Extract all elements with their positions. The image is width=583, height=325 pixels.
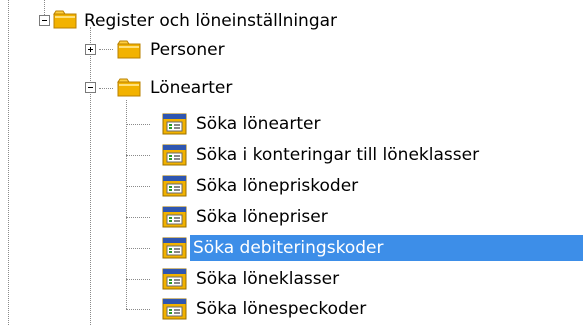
tree-item-label[interactable]: Söka lönearter xyxy=(193,111,323,137)
tree-node-lonearter[interactable]: Lönearter xyxy=(0,73,583,103)
folder-icon xyxy=(53,10,77,29)
tree-node-label[interactable]: Lönearter xyxy=(147,75,235,101)
tree-item-label-selected[interactable]: Söka debiteringskoder xyxy=(190,235,583,261)
tree-item-label[interactable]: Söka lönepriser xyxy=(193,204,331,230)
form-icon xyxy=(162,113,187,135)
collapse-toggle[interactable] xyxy=(39,15,50,26)
tree-item-label[interactable]: Söka i konteringar till löneklasser xyxy=(193,142,482,168)
tree-item-soka-lonearter[interactable]: Söka lönearter xyxy=(0,110,583,140)
tree-item-label[interactable]: Söka löneklasser xyxy=(193,266,342,292)
form-icon xyxy=(162,268,187,290)
tree-item-soka-lonespeckoder[interactable]: Söka lönespeckoder xyxy=(0,295,583,325)
form-icon xyxy=(162,298,187,320)
tree-node-label[interactable]: Register och löneinställningar xyxy=(81,8,340,34)
tree-item-soka-konteringar[interactable]: Söka i konteringar till löneklasser xyxy=(0,141,583,171)
tree-node-register[interactable]: Register och löneinställningar xyxy=(0,6,583,36)
tree-node-personer[interactable]: Personer xyxy=(0,35,583,65)
form-icon xyxy=(162,175,187,197)
expand-toggle[interactable] xyxy=(85,44,96,55)
form-icon xyxy=(162,237,187,259)
form-icon xyxy=(162,206,187,228)
tree-item-soka-loneklasser[interactable]: Söka löneklasser xyxy=(0,265,583,295)
tree-item-soka-lonepriser[interactable]: Söka lönepriser xyxy=(0,203,583,233)
folder-icon xyxy=(117,78,141,97)
folder-icon xyxy=(117,40,141,59)
tree-item-label[interactable]: Söka lönepriskoder xyxy=(193,173,361,199)
tree-item-soka-debiteringskoder[interactable]: Söka debiteringskoder xyxy=(0,234,583,264)
tree-node-label[interactable]: Personer xyxy=(147,37,228,63)
collapse-toggle[interactable] xyxy=(85,82,96,93)
tree-item-soka-lonepriskoder[interactable]: Söka lönepriskoder xyxy=(0,172,583,202)
form-icon xyxy=(162,144,187,166)
tree-item-label[interactable]: Söka lönespeckoder xyxy=(193,296,369,322)
